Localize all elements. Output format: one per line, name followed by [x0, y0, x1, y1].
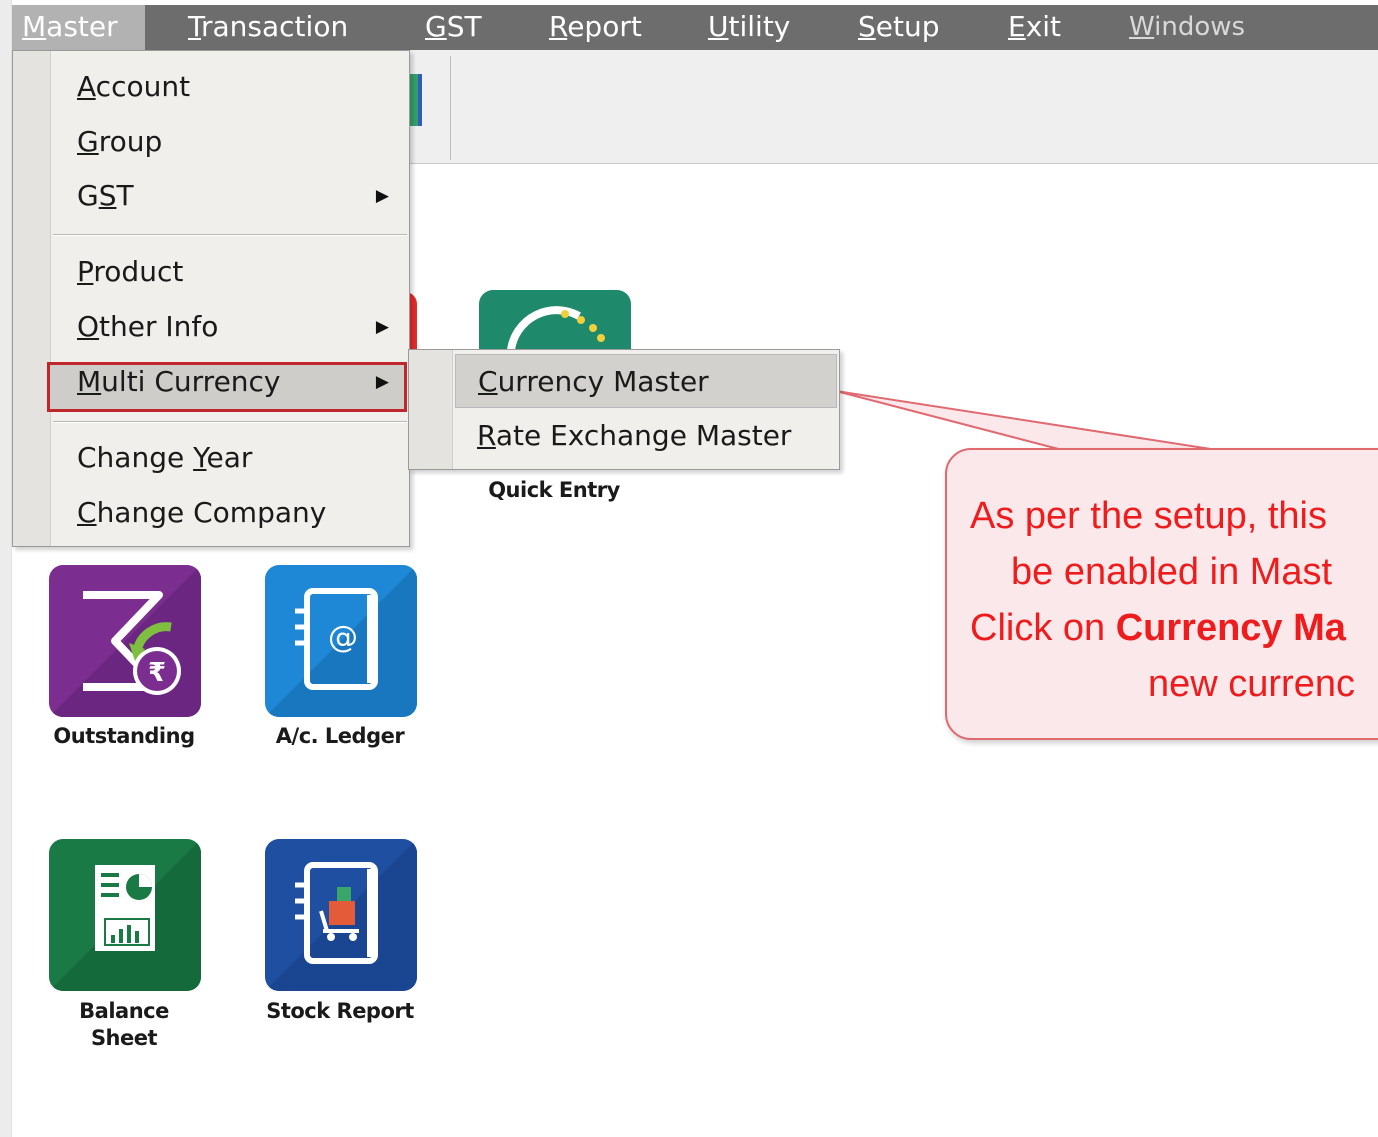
submenu-arrow-icon: ▶: [375, 186, 389, 206]
menu-item-account-accel: A: [77, 70, 96, 103]
menu-gutter: [13, 51, 51, 546]
submenu-item-rate-exchange-master[interactable]: Rate Exchange Master: [455, 409, 837, 463]
menu-item-change-year-pre: Change: [77, 441, 194, 474]
callout-line-1: As per the setup, this: [970, 495, 1327, 537]
submenu-gutter: [409, 350, 453, 469]
menu-item-group-accel: G: [77, 125, 99, 158]
menu-item-account-label: ccount: [95, 70, 191, 103]
menu-item-change-company-label: hange Company: [96, 496, 327, 529]
submenu-item-rate-exchange-master-label: ate Exchange Master: [495, 419, 792, 452]
menu-item-change-company-accel: C: [77, 496, 97, 529]
callout-line-3: Click on Currency Ma: [970, 600, 1378, 656]
menu-item-product-accel: P: [77, 255, 94, 288]
menu-separator: [53, 234, 407, 236]
multi-currency-submenu: Currency Master Rate Exchange Master: [408, 349, 840, 470]
submenu-arrow-icon: ▶: [375, 372, 389, 392]
menu-item-gst-label: T: [116, 179, 134, 212]
menu-item-account[interactable]: Account: [53, 62, 407, 112]
menu-item-other-info-accel: O: [77, 310, 100, 343]
menu-item-change-year[interactable]: Change Year: [53, 433, 407, 483]
submenu-item-rate-exchange-master-accel: R: [477, 419, 496, 452]
master-dropdown-menu: Account Group GST ▶ Product Other Info ▶ M…: [12, 50, 410, 547]
menu-item-multi-currency[interactable]: Multi Currency ▶: [53, 357, 407, 407]
callout-text: As per the setup, this be enabled in Mas…: [970, 488, 1378, 712]
menu-item-gst-pre: G: [77, 179, 99, 212]
menu-item-multi-currency-accel: M: [77, 365, 102, 398]
menu-item-other-info[interactable]: Other Info ▶: [53, 302, 407, 352]
menu-item-change-year-accel: Y: [193, 441, 207, 474]
submenu-item-currency-master[interactable]: Currency Master: [455, 354, 837, 408]
submenu-item-currency-master-label: urrency Master: [497, 365, 709, 398]
callout-line-4: new currenc: [1148, 663, 1355, 705]
menu-item-group-label: roup: [98, 125, 163, 158]
menu-item-change-company[interactable]: Change Company: [53, 488, 407, 538]
menu-item-multi-currency-label: ulti Currency: [101, 365, 281, 398]
callout-line-3-bold: Currency Ma: [1115, 607, 1346, 649]
menu-separator: [53, 421, 407, 423]
menu-item-change-year-label: ear: [206, 441, 253, 474]
callout-line-3-pre: Click on: [970, 607, 1116, 649]
menu-item-gst[interactable]: GST ▶: [53, 171, 407, 221]
submenu-arrow-icon: ▶: [375, 317, 389, 337]
submenu-item-currency-master-accel: C: [478, 365, 498, 398]
menu-item-group[interactable]: Group: [53, 117, 407, 167]
menu-item-product[interactable]: Product: [53, 247, 407, 297]
menu-item-other-info-label: ther Info: [99, 310, 219, 343]
callout-line-2: be enabled in Mast: [1011, 551, 1333, 593]
menu-item-product-label: roduct: [93, 255, 184, 288]
menu-item-gst-accel: S: [98, 179, 117, 212]
